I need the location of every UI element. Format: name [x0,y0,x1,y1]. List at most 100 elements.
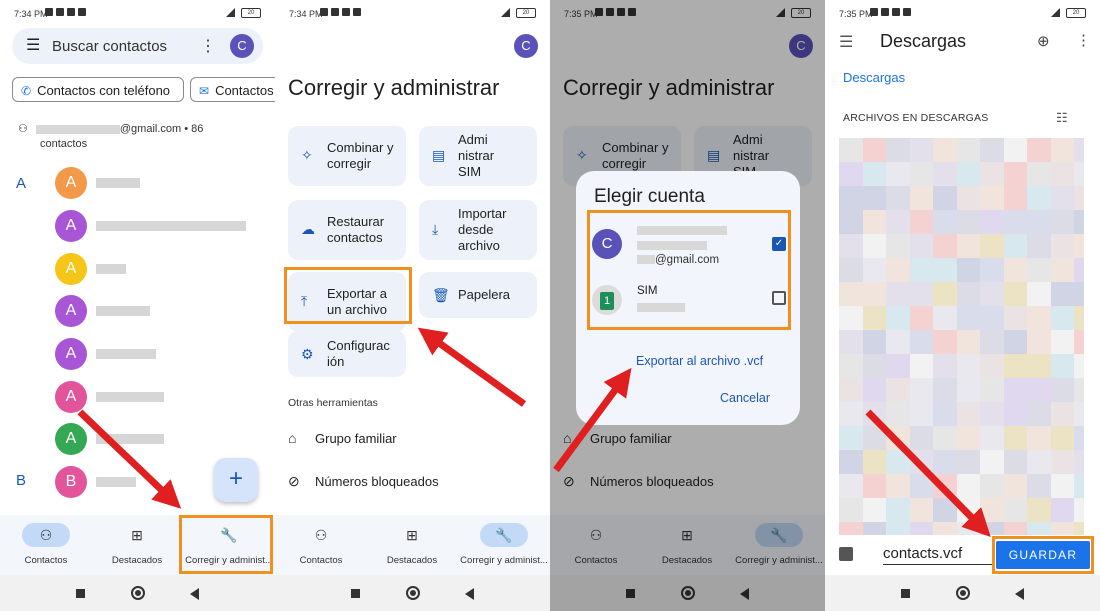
export-vcf-button[interactable]: Exportar al archivo .vcf [636,354,763,368]
redacted-tile [886,450,910,475]
redacted-tile [956,450,981,475]
redacted-tile [862,234,887,259]
choose-account-dialog: Elegir cuenta C @gmail.com ✓ 1 SIM Expor… [576,171,800,425]
person-icon: ⚇ [18,123,28,135]
nav-featured[interactable]: ⊞ Destacados [91,523,183,567]
redacted-tile [980,378,1004,403]
add-contact-button[interactable]: + [214,458,258,502]
bottom-navigation: ⚇ Contactos ⊞ Destacados 🔧 Corregir y ad… [275,515,550,575]
redacted-tile [839,186,863,211]
redacted-tile [839,522,863,535]
blocked-numbers-item[interactable]: ⊘ Números bloqueados [288,473,439,490]
redacted-tile [1074,186,1084,211]
menu-icon[interactable]: ☰ [26,38,40,54]
restore-contacts-card[interactable]: ☁ Restaurar contactos [288,200,406,260]
redacted-name [96,392,164,402]
redacted-tile [839,354,863,379]
nav-contacts[interactable]: ⚇ Contactos [0,523,92,566]
breadcrumb[interactable]: Descargas [843,70,905,85]
back-icon[interactable] [190,588,199,600]
nav-label: Destacados [386,555,438,566]
redacted-tile [1050,234,1075,259]
family-group-item[interactable]: ⌂ Grupo familiar [288,430,397,446]
merge-fix-card[interactable]: ✧ Combinar y corregir [288,126,406,186]
redacted-tile [909,282,934,307]
redacted-tile [1027,474,1051,499]
new-folder-icon[interactable]: ⊕ [1037,32,1050,50]
home-icon[interactable] [956,586,970,600]
trash-card[interactable]: 🗑 Papelera [419,272,537,318]
redacted-tile [839,282,863,307]
redacted-tile [1074,138,1084,163]
settings-card[interactable]: ⚙ Configurac ión [288,331,406,377]
redacted-tile [933,498,957,523]
manage-sim-card[interactable]: ▤ Admi nistrar SIM [419,126,537,186]
filename-input[interactable]: contacts.vcf [883,545,993,565]
redacted-tile [956,426,981,451]
card-label: Admi nistrar SIM [458,132,495,179]
card-label: Configurac ión [327,338,390,369]
contact-avatar: A [55,423,87,455]
redacted-tile [839,402,863,427]
account-avatar[interactable]: C [514,34,538,58]
filter-chip-contacts[interactable]: ✉ Contactos [190,77,275,102]
redacted-tile [980,186,1004,211]
redacted-tile [1074,498,1084,523]
nav-fix-manage[interactable]: 🔧 Corregir y administ... [458,523,550,566]
recents-icon[interactable] [76,589,85,598]
list-view-icon[interactable]: ☷ [1056,110,1068,126]
recents-icon[interactable] [351,589,360,598]
recents-icon[interactable] [901,589,910,598]
redacted-tile [886,258,910,283]
redacted-tile [980,354,1004,379]
redacted-tile [956,138,981,163]
redacted-tile [1003,498,1028,523]
chip-label: Contactos con teléfono [37,83,171,98]
downloads-screen: 7:35 PM 20 ☰ Descargas ⊕ ⋮ Descargas ARC… [825,0,1100,611]
redacted-tile [1050,522,1075,535]
mail-icon: ✉ [199,84,210,98]
filter-chip-with-phone[interactable]: ✆ Contactos con teléfono [12,77,184,102]
menu-icon[interactable]: ☰ [839,32,853,52]
back-icon[interactable] [465,588,474,600]
section-heading: ARCHIVOS EN DESCARGAS [843,112,989,124]
redacted-tile [886,306,910,331]
nav-contacts[interactable]: ⚇ Contactos [275,523,367,567]
redacted-email [35,124,120,134]
redacted-tile [909,426,934,451]
signal-icon [226,8,235,17]
section-letter-b: B [16,472,27,489]
redacted-tile [1027,330,1051,355]
home-icon[interactable] [131,586,145,600]
redacted-tile [1027,186,1051,211]
nav-label: Corregir y administ... [460,555,548,566]
import-file-card[interactable]: ⤓ Importar desde archivo [419,200,537,260]
redacted-name [96,306,150,316]
card-label: Papelera [458,287,511,302]
redacted-tile [1003,378,1028,403]
search-input[interactable]: Buscar contactos [52,38,167,55]
redacted-tile [980,522,1004,535]
gear-icon: ⚙ [301,346,314,362]
home-icon[interactable] [406,586,420,600]
redacted-tile [1074,450,1084,475]
account-avatar[interactable]: C [230,34,254,58]
more-options-icon[interactable]: ⋮ [1076,31,1091,49]
more-options-icon[interactable]: ⋮ [200,36,216,56]
redacted-tile [1074,210,1084,235]
redacted-tile [980,330,1004,355]
highlight-box [284,267,412,324]
redacted-tile [933,402,957,427]
contact-avatar: A [55,381,87,413]
cancel-button[interactable]: Cancelar [720,391,770,405]
redacted-tile [1074,330,1084,355]
redacted-tile [886,378,910,403]
redacted-tile [886,474,910,499]
redacted-tile [839,306,863,331]
back-icon[interactable] [1015,588,1024,600]
search-bar[interactable]: ☰ Buscar contactos ⋮ C [12,28,263,64]
redacted-tile [886,210,910,235]
nav-featured[interactable]: ⊞ Destacados [366,523,458,567]
card-label: Importar desde archivo [458,206,507,253]
redacted-tile [886,402,910,427]
